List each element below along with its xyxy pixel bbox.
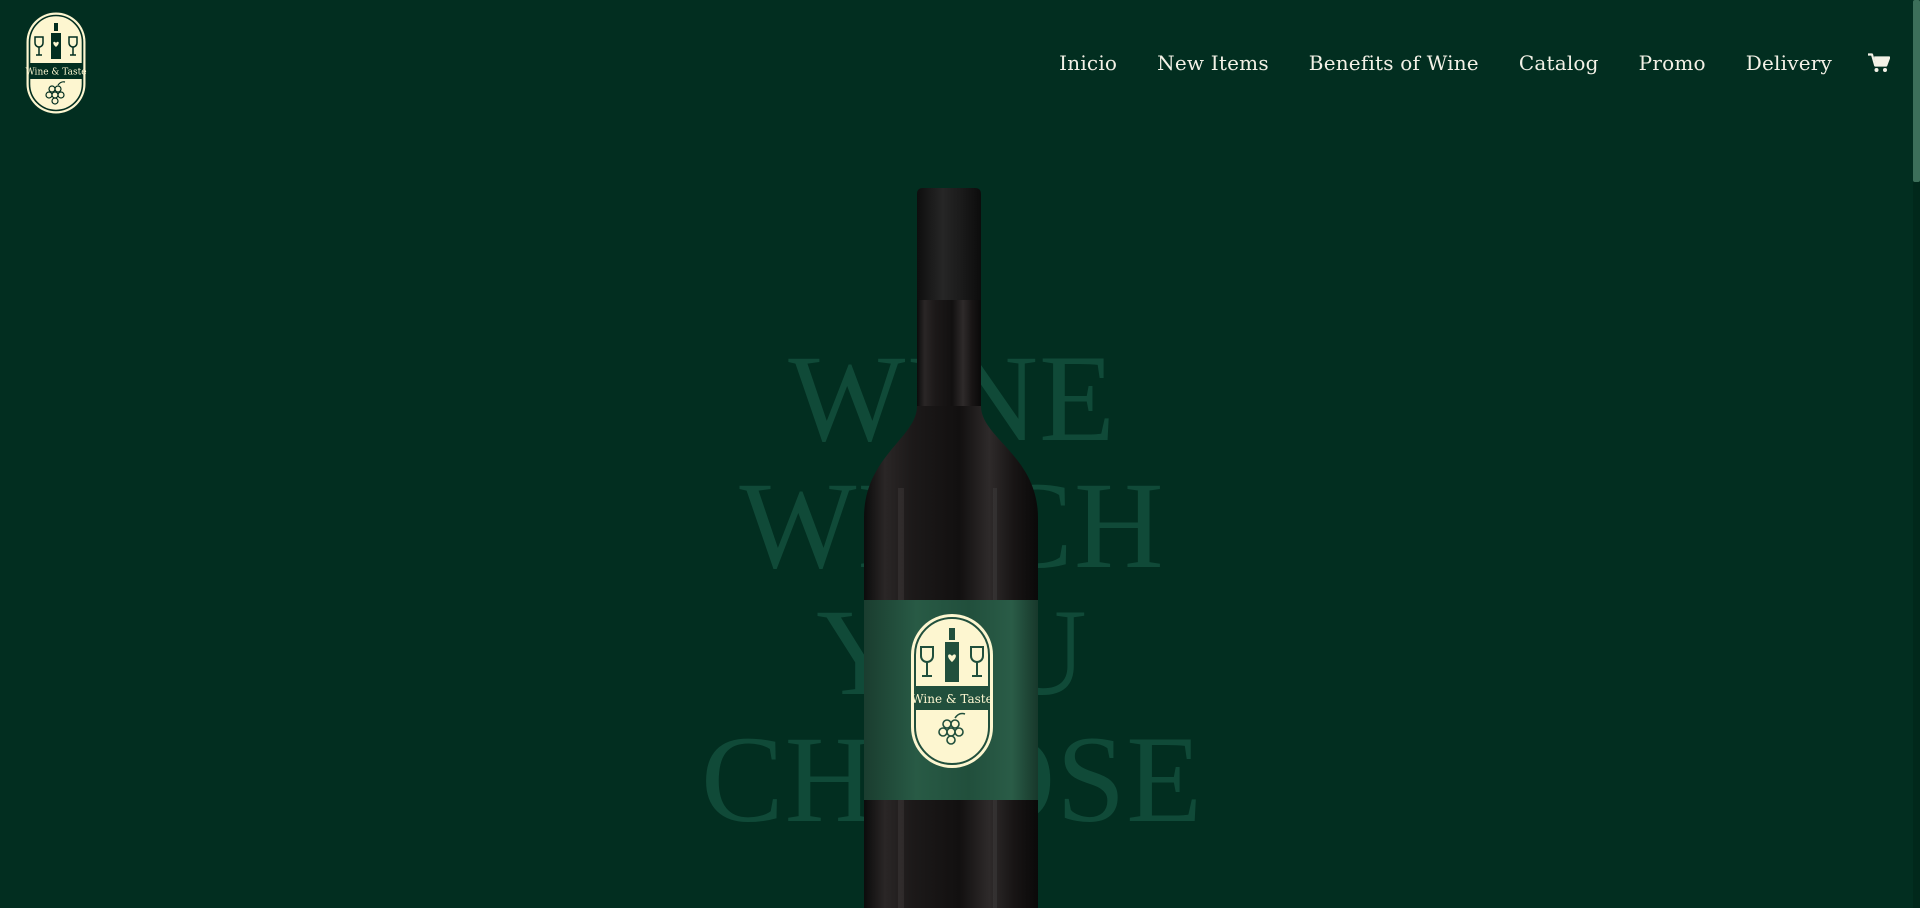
page-scrollbar[interactable] [1913, 0, 1920, 908]
cart-icon[interactable] [1868, 53, 1890, 73]
nav-item-catalog[interactable]: Catalog [1519, 48, 1599, 78]
main-navigation: Inicio New Items Benefits of Wine Catalo… [1059, 48, 1832, 78]
landing-page: Wine & Taste Inicio New Items Benefits o… [0, 0, 1920, 908]
label-wordmark: Wine & Taste [911, 692, 992, 706]
logo-badge-icon: Wine & Taste [25, 12, 87, 114]
brand-logo[interactable]: Wine & Taste [25, 11, 87, 115]
nav-item-inicio[interactable]: Inicio [1059, 48, 1117, 78]
nav-item-promo[interactable]: Promo [1639, 48, 1706, 78]
nav-item-delivery[interactable]: Delivery [1746, 48, 1832, 78]
nav-item-new-items[interactable]: New Items [1157, 48, 1269, 78]
scrollbar-thumb[interactable] [1913, 0, 1920, 182]
logo-wordmark: Wine & Taste [25, 68, 86, 78]
nav-item-benefits-of-wine[interactable]: Benefits of Wine [1309, 48, 1479, 78]
wine-bottle-image: Wine & Taste [860, 188, 1042, 908]
